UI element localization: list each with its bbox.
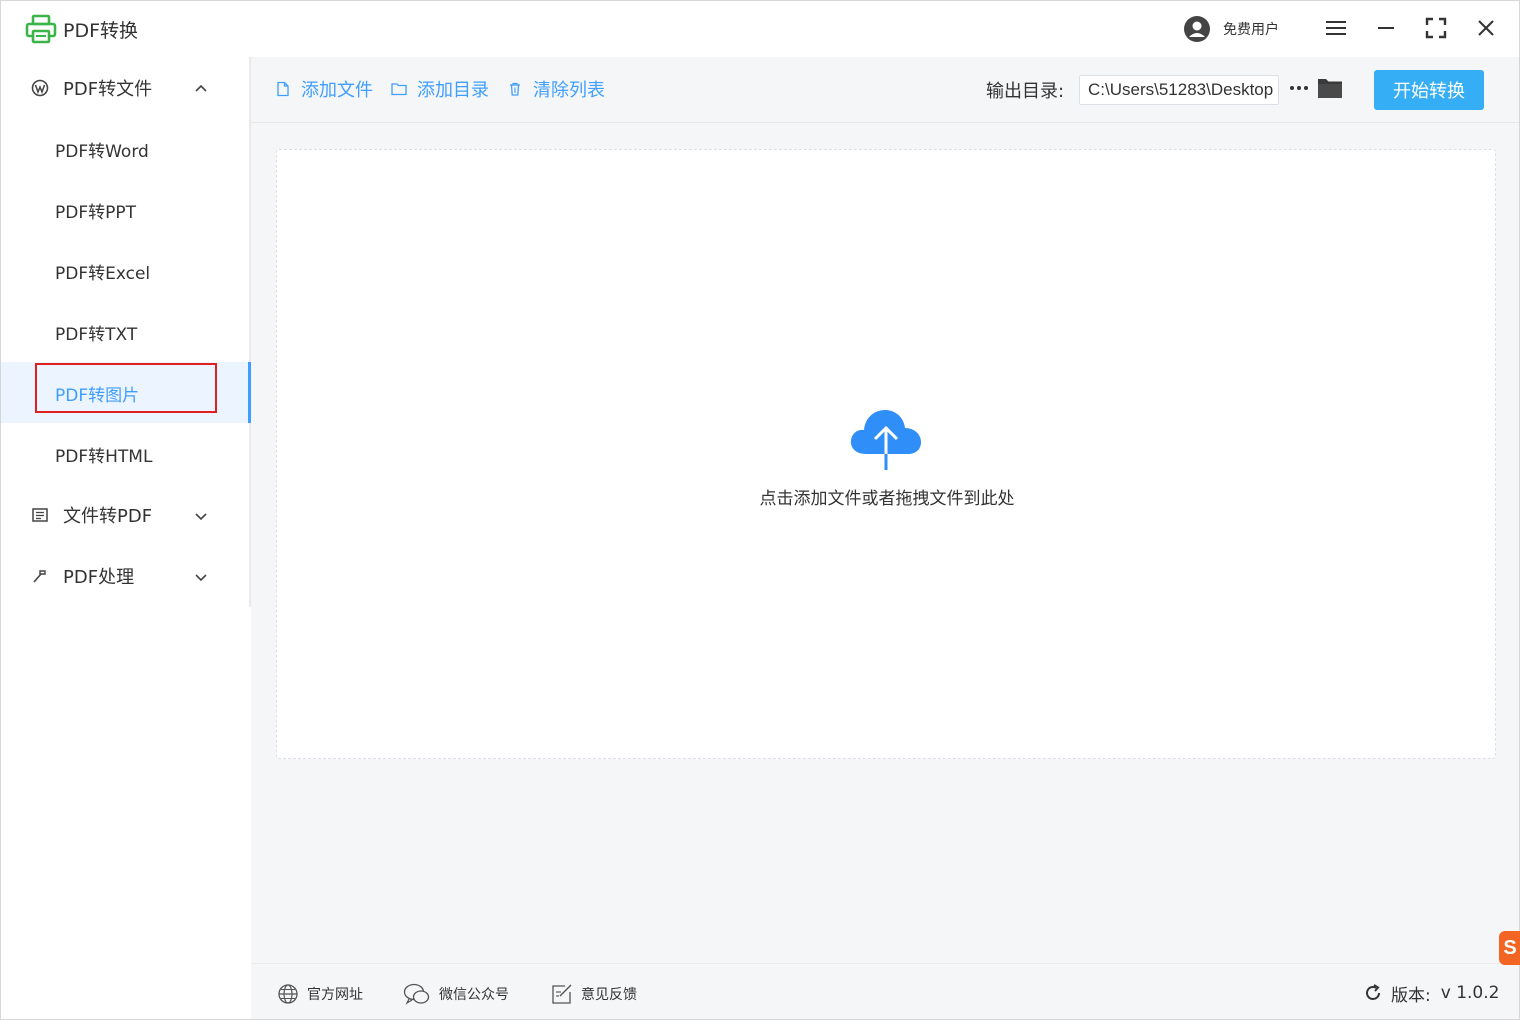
- add-file-label: 添加文件: [301, 80, 373, 101]
- dropzone-hint: 点击添加文件或者拖拽文件到此处: [759, 489, 1015, 509]
- feedback-link[interactable]: 意见反馈: [551, 982, 637, 1006]
- clear-list-button[interactable]: 清除列表: [507, 77, 605, 101]
- sidebar-group-pdf-to-file[interactable]: PDF转文件: [1, 57, 249, 118]
- minimize-icon: [1378, 27, 1394, 29]
- wordpress-icon: [31, 79, 49, 97]
- main-panel: 添加文件 添加目录 清除列表 输出目录: C:\Users\51283\Desk…: [251, 57, 1519, 1019]
- maximize-button[interactable]: [1421, 13, 1451, 43]
- file-dropzone[interactable]: 点击添加文件或者拖拽文件到此处: [276, 149, 1496, 759]
- sidebar-group-pdf-process[interactable]: PDF处理: [1, 545, 249, 606]
- app-title: PDF转换: [63, 20, 139, 42]
- globe-icon: [278, 984, 298, 1004]
- sidebar-item-pdf-to-html[interactable]: PDF转HTML: [1, 423, 249, 484]
- wechat-icon: [403, 983, 430, 1005]
- corner-badge[interactable]: S: [1499, 931, 1520, 965]
- sidebar-item-label: PDF转Excel: [55, 264, 151, 284]
- start-convert-button[interactable]: 开始转换: [1374, 70, 1484, 110]
- open-folder-icon[interactable]: [1317, 75, 1343, 101]
- sidebar-item-pdf-to-word[interactable]: PDF转Word: [1, 118, 249, 179]
- sidebar-group-file-to-pdf[interactable]: 文件转PDF: [1, 484, 249, 545]
- trash-icon: [510, 82, 520, 96]
- wechat-account-link[interactable]: 微信公众号: [403, 982, 509, 1006]
- wechat-account-label: 微信公众号: [439, 987, 509, 1003]
- menu-button[interactable]: [1321, 13, 1351, 43]
- version-info[interactable]: 版本: v 1.0.2: [1363, 980, 1499, 1006]
- version-label: 版本:: [1391, 985, 1431, 1006]
- feedback-label: 意见反馈: [581, 987, 637, 1003]
- title-bar: PDF转换 免费用户: [1, 1, 1519, 57]
- chevron-down-icon: [195, 574, 207, 582]
- fullscreen-icon: [1425, 17, 1447, 39]
- edit-feedback-icon: [552, 984, 572, 1004]
- refresh-icon: [1366, 984, 1380, 1000]
- folder-icon: [391, 83, 407, 96]
- version-number: v 1.0.2: [1440, 983, 1500, 1003]
- sidebar-item-label: PDF转HTML: [55, 447, 153, 467]
- toolbar: 添加文件 添加目录 清除列表 输出目录: C:\Users\51283\Desk…: [251, 57, 1519, 123]
- add-directory-button[interactable]: 添加目录: [391, 77, 489, 101]
- minimize-button[interactable]: [1371, 13, 1401, 43]
- output-directory-label: 输出目录:: [986, 81, 1065, 102]
- file-icon: [277, 81, 289, 97]
- user-avatar-icon: [1184, 16, 1210, 42]
- close-icon: [1478, 20, 1494, 36]
- sidebar-item-pdf-to-ppt[interactable]: PDF转PPT: [1, 179, 249, 240]
- sidebar-group-label: PDF处理: [63, 567, 135, 588]
- user-account[interactable]: 免费用户: [1183, 15, 1279, 43]
- app-window: PDF转换 免费用户 PDF转文件 PDF转Word PDF转PPT PDF转E…: [0, 0, 1520, 1020]
- annotation-highlight-box: [35, 363, 217, 413]
- sidebar-group-label: PDF转文件: [63, 79, 153, 100]
- document-list-icon: [32, 508, 48, 522]
- hamburger-icon: [1326, 21, 1346, 35]
- sidebar-item-label: PDF转Word: [55, 142, 149, 162]
- user-label: 免费用户: [1223, 22, 1279, 38]
- hammer-icon: [33, 570, 46, 583]
- chevron-up-icon: [195, 84, 207, 92]
- output-directory-field[interactable]: C:\Users\51283\Desktop: [1079, 75, 1279, 105]
- official-website-label: 官方网址: [307, 987, 363, 1003]
- sidebar-item-label: PDF转PPT: [55, 203, 137, 223]
- add-file-button[interactable]: 添加文件: [275, 77, 373, 101]
- close-button[interactable]: [1471, 13, 1501, 43]
- footer-bar: 官方网址 微信公众号 意见反馈 版本: v 1.0.2: [251, 963, 1519, 1019]
- more-options-icon[interactable]: [1287, 76, 1311, 100]
- clear-list-label: 清除列表: [533, 80, 605, 101]
- official-website-link[interactable]: 官方网址: [277, 982, 363, 1006]
- sidebar-item-pdf-to-txt[interactable]: PDF转TXT: [1, 301, 249, 362]
- add-directory-label: 添加目录: [417, 80, 489, 101]
- chevron-down-icon: [195, 513, 207, 521]
- sidebar-item-pdf-to-excel[interactable]: PDF转Excel: [1, 240, 249, 301]
- sidebar-item-label: PDF转TXT: [55, 325, 138, 345]
- sidebar-group-label: 文件转PDF: [63, 506, 153, 527]
- cloud-upload-icon: [850, 410, 921, 470]
- printer-logo-icon: [25, 14, 57, 44]
